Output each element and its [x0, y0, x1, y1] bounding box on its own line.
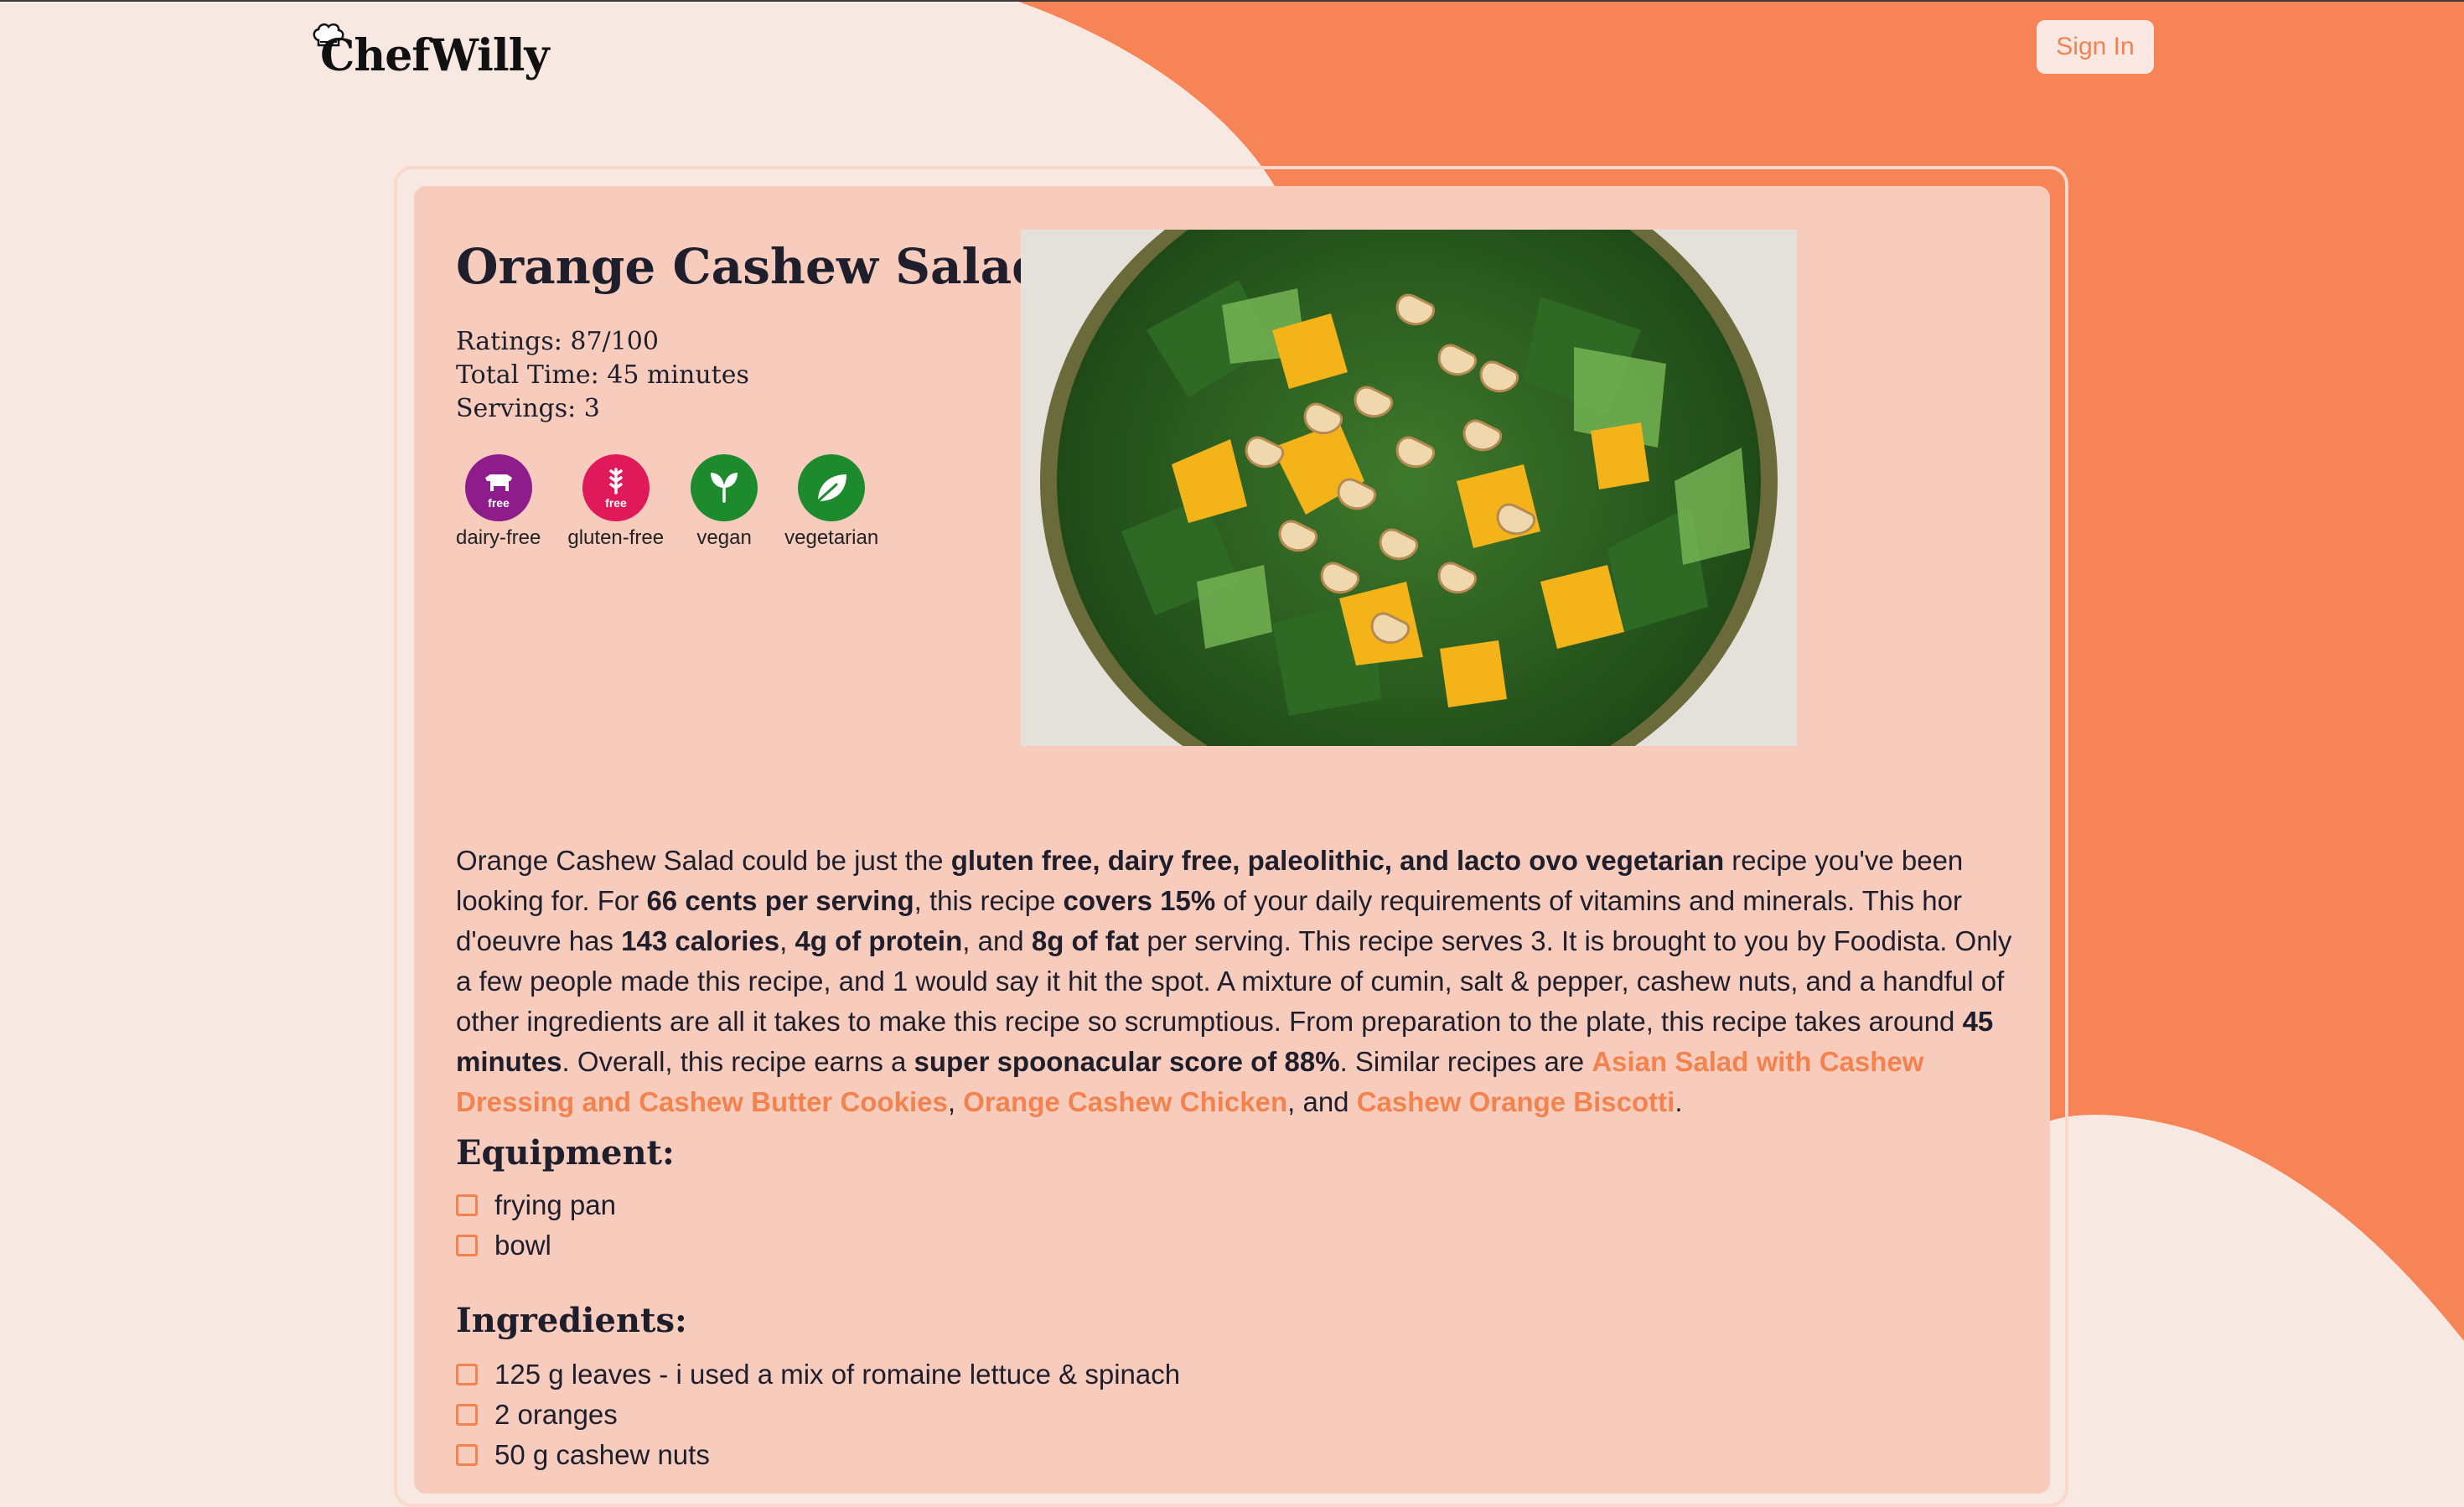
ingredients-checklist: 125 g leaves - i used a mix of romaine l… — [456, 1354, 1180, 1475]
window-top-border — [0, 0, 2464, 2]
equipment-checklist: frying pan bowl — [456, 1185, 616, 1266]
badge-sub-text: free — [488, 496, 510, 510]
ingredient-checkbox[interactable] — [456, 1364, 478, 1385]
recipe-title: Orange Cashew Salad — [456, 238, 1046, 295]
leaf-icon — [798, 454, 866, 521]
ingredient-checkbox[interactable] — [456, 1444, 478, 1466]
total-time-text: Total Time: 45 minutes — [456, 360, 749, 390]
wheat-icon: free — [582, 454, 650, 521]
diet-badges: free dairy-free free gluten-free vegan v… — [456, 454, 878, 550]
chefwilly-logo[interactable]: ChefWilly — [312, 22, 550, 89]
badge-vegan: vegan — [691, 454, 758, 550]
servings-text: Servings: 3 — [456, 394, 600, 423]
sprout-icon — [691, 454, 758, 521]
badge-label: gluten-free — [567, 526, 665, 549]
ingredients-title: Ingredients: — [456, 1301, 687, 1340]
equipment-checkbox[interactable] — [456, 1235, 478, 1256]
badge-label: vegetarian — [784, 526, 879, 549]
list-item: 50 g cashew nuts — [456, 1435, 1180, 1475]
list-item: bowl — [456, 1225, 616, 1266]
similar-recipe-link-2[interactable]: Orange Cashew Chicken — [963, 1086, 1287, 1117]
ingredient-checkbox[interactable] — [456, 1404, 478, 1426]
sign-in-button[interactable]: Sign In — [2037, 20, 2154, 74]
badge-vegetarian: vegetarian — [784, 454, 878, 550]
ratings-text: Ratings: 87/100 — [456, 327, 659, 356]
badge-dairy-free: free dairy-free — [456, 454, 541, 550]
recipe-meta: Ratings: 87/100 Total Time: 45 minutes S… — [456, 325, 749, 426]
equipment-title: Equipment: — [456, 1133, 675, 1173]
badge-label: vegan — [696, 526, 752, 549]
recipe-description: Orange Cashew Salad could be just the gl… — [456, 845, 2012, 1117]
list-item: 125 g leaves - i used a mix of romaine l… — [456, 1354, 1180, 1395]
list-item: frying pan — [456, 1185, 616, 1225]
recipe-image — [1021, 230, 1797, 746]
similar-recipe-link-3[interactable]: Cashew Orange Biscotti — [1357, 1086, 1675, 1117]
cow-icon: free — [464, 454, 532, 521]
badge-sub-text: free — [605, 496, 627, 510]
logo-text: ChefWilly — [320, 30, 550, 81]
badge-gluten-free: free gluten-free — [567, 454, 664, 550]
badge-label: dairy-free — [456, 526, 541, 549]
list-item: 2 oranges — [456, 1395, 1180, 1435]
site-header: ChefWilly Sign In — [0, 0, 2464, 126]
equipment-checkbox[interactable] — [456, 1194, 478, 1216]
